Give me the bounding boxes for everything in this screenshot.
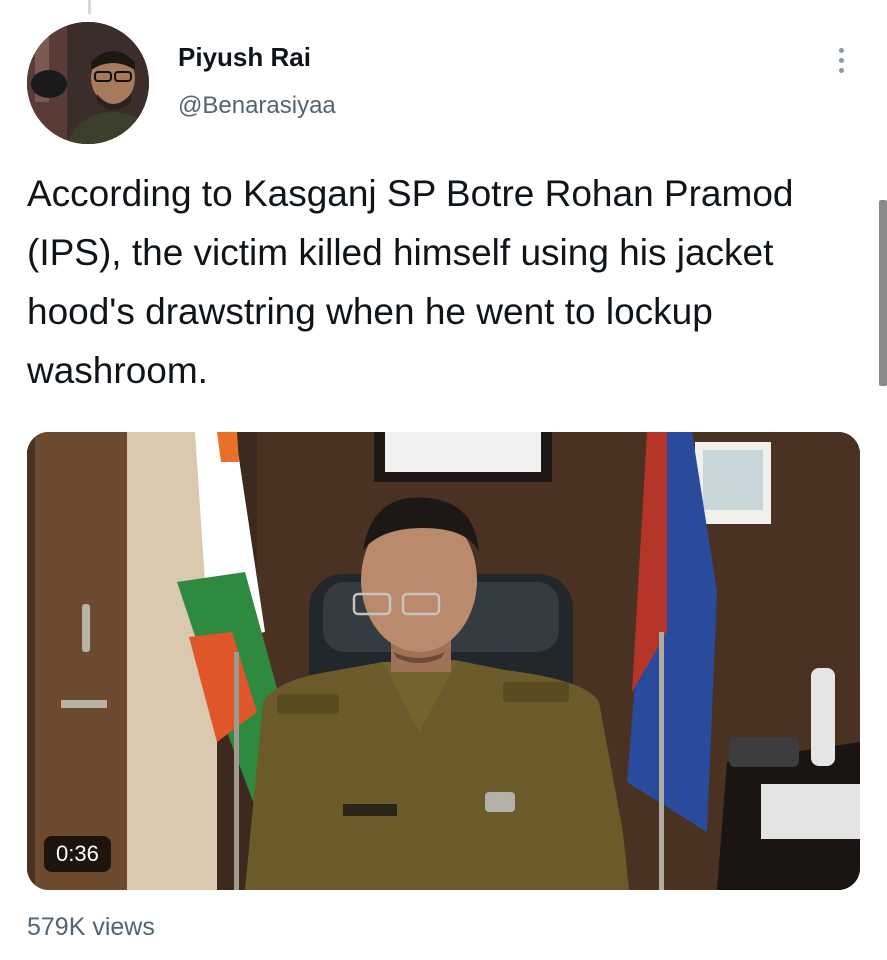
more-dot [838, 47, 844, 53]
avatar[interactable] [27, 22, 149, 144]
author-handle[interactable]: @Benarasiyaa [178, 92, 336, 120]
more-vertical-icon[interactable] [826, 40, 856, 80]
view-count: 579K views [27, 913, 155, 941]
video-player[interactable] [27, 432, 860, 890]
avatar-photo [27, 22, 149, 144]
video-duration: 0:36 [44, 836, 111, 872]
thread-line [88, 0, 91, 14]
scrollbar[interactable] [879, 200, 887, 386]
tweet-text: According to Kasganj SP Botre Rohan Pram… [27, 173, 794, 391]
more-dot [838, 67, 844, 73]
author-name[interactable]: Piyush Rai [178, 42, 311, 73]
video-thumbnail [27, 432, 860, 890]
more-dot [838, 57, 844, 63]
